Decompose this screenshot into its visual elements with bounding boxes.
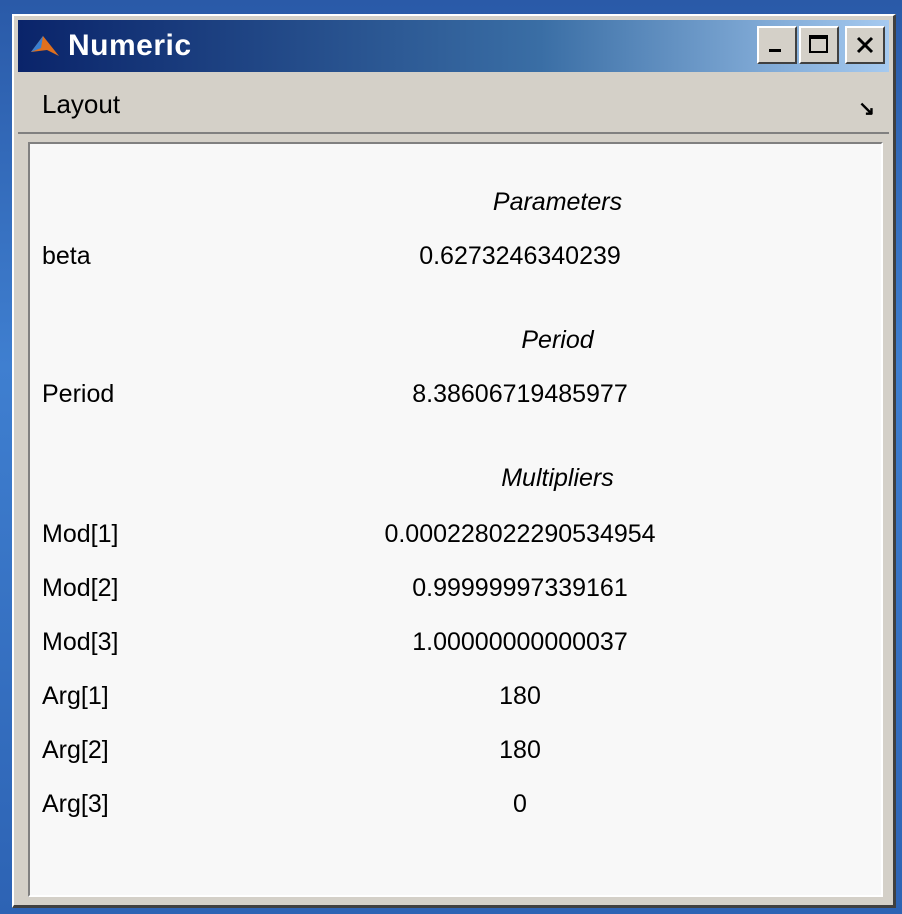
menu-bar: Layout ↘ — [18, 76, 889, 134]
section-title-text: Multipliers — [501, 464, 614, 492]
row-value-mod-1: 0.000228022290534954 — [384, 520, 656, 548]
section-title-parameters: Parameters — [30, 188, 881, 217]
row-label-period: Period — [42, 380, 115, 408]
minimize-icon — [769, 49, 781, 52]
row-label-beta: beta — [42, 242, 91, 270]
section-title-period: Period — [30, 326, 881, 355]
minimize-button[interactable] — [757, 26, 797, 64]
row-label-arg-3: Arg[3] — [42, 790, 109, 818]
menu-expand-arrow-icon[interactable]: ↘ — [858, 96, 875, 121]
section-title-multipliers: Multipliers — [30, 464, 881, 493]
row-value-arg-1: 180 — [499, 682, 541, 710]
row-value-arg-2: 180 — [499, 736, 541, 764]
numeric-window: Numeric Layout ↘ Parameters beta 0.62732… — [12, 14, 896, 908]
window-title: Numeric — [68, 29, 192, 62]
numeric-panel: Parameters beta 0.6273246340239 Period P… — [28, 142, 883, 897]
row-value-mod-2: 0.99999997339161 — [412, 574, 628, 602]
row-value-beta: 0.6273246340239 — [419, 242, 621, 270]
row-label-mod-2: Mod[2] — [42, 574, 119, 602]
row-value-mod-3: 1.00000000000037 — [412, 628, 628, 656]
close-button[interactable] — [845, 26, 885, 64]
row-label-arg-2: Arg[2] — [42, 736, 109, 764]
row-label-arg-1: Arg[1] — [42, 682, 109, 710]
row-label-mod-3: Mod[3] — [42, 628, 119, 656]
matlab-icon — [28, 29, 62, 63]
maximize-icon — [809, 35, 828, 53]
section-title-text: Period — [521, 326, 594, 354]
row-label-mod-1: Mod[1] — [42, 520, 119, 548]
row-value-arg-3: 0 — [513, 790, 527, 818]
row-value-period: 8.38606719485977 — [412, 380, 628, 408]
close-icon — [856, 36, 874, 54]
window-controls — [757, 26, 885, 64]
maximize-button[interactable] — [799, 26, 839, 64]
title-bar[interactable]: Numeric — [18, 20, 889, 72]
section-title-text: Parameters — [492, 188, 623, 216]
desktop-background: Numeric Layout ↘ Parameters beta 0.62732… — [0, 0, 902, 914]
menu-item-layout[interactable]: Layout — [42, 89, 120, 120]
